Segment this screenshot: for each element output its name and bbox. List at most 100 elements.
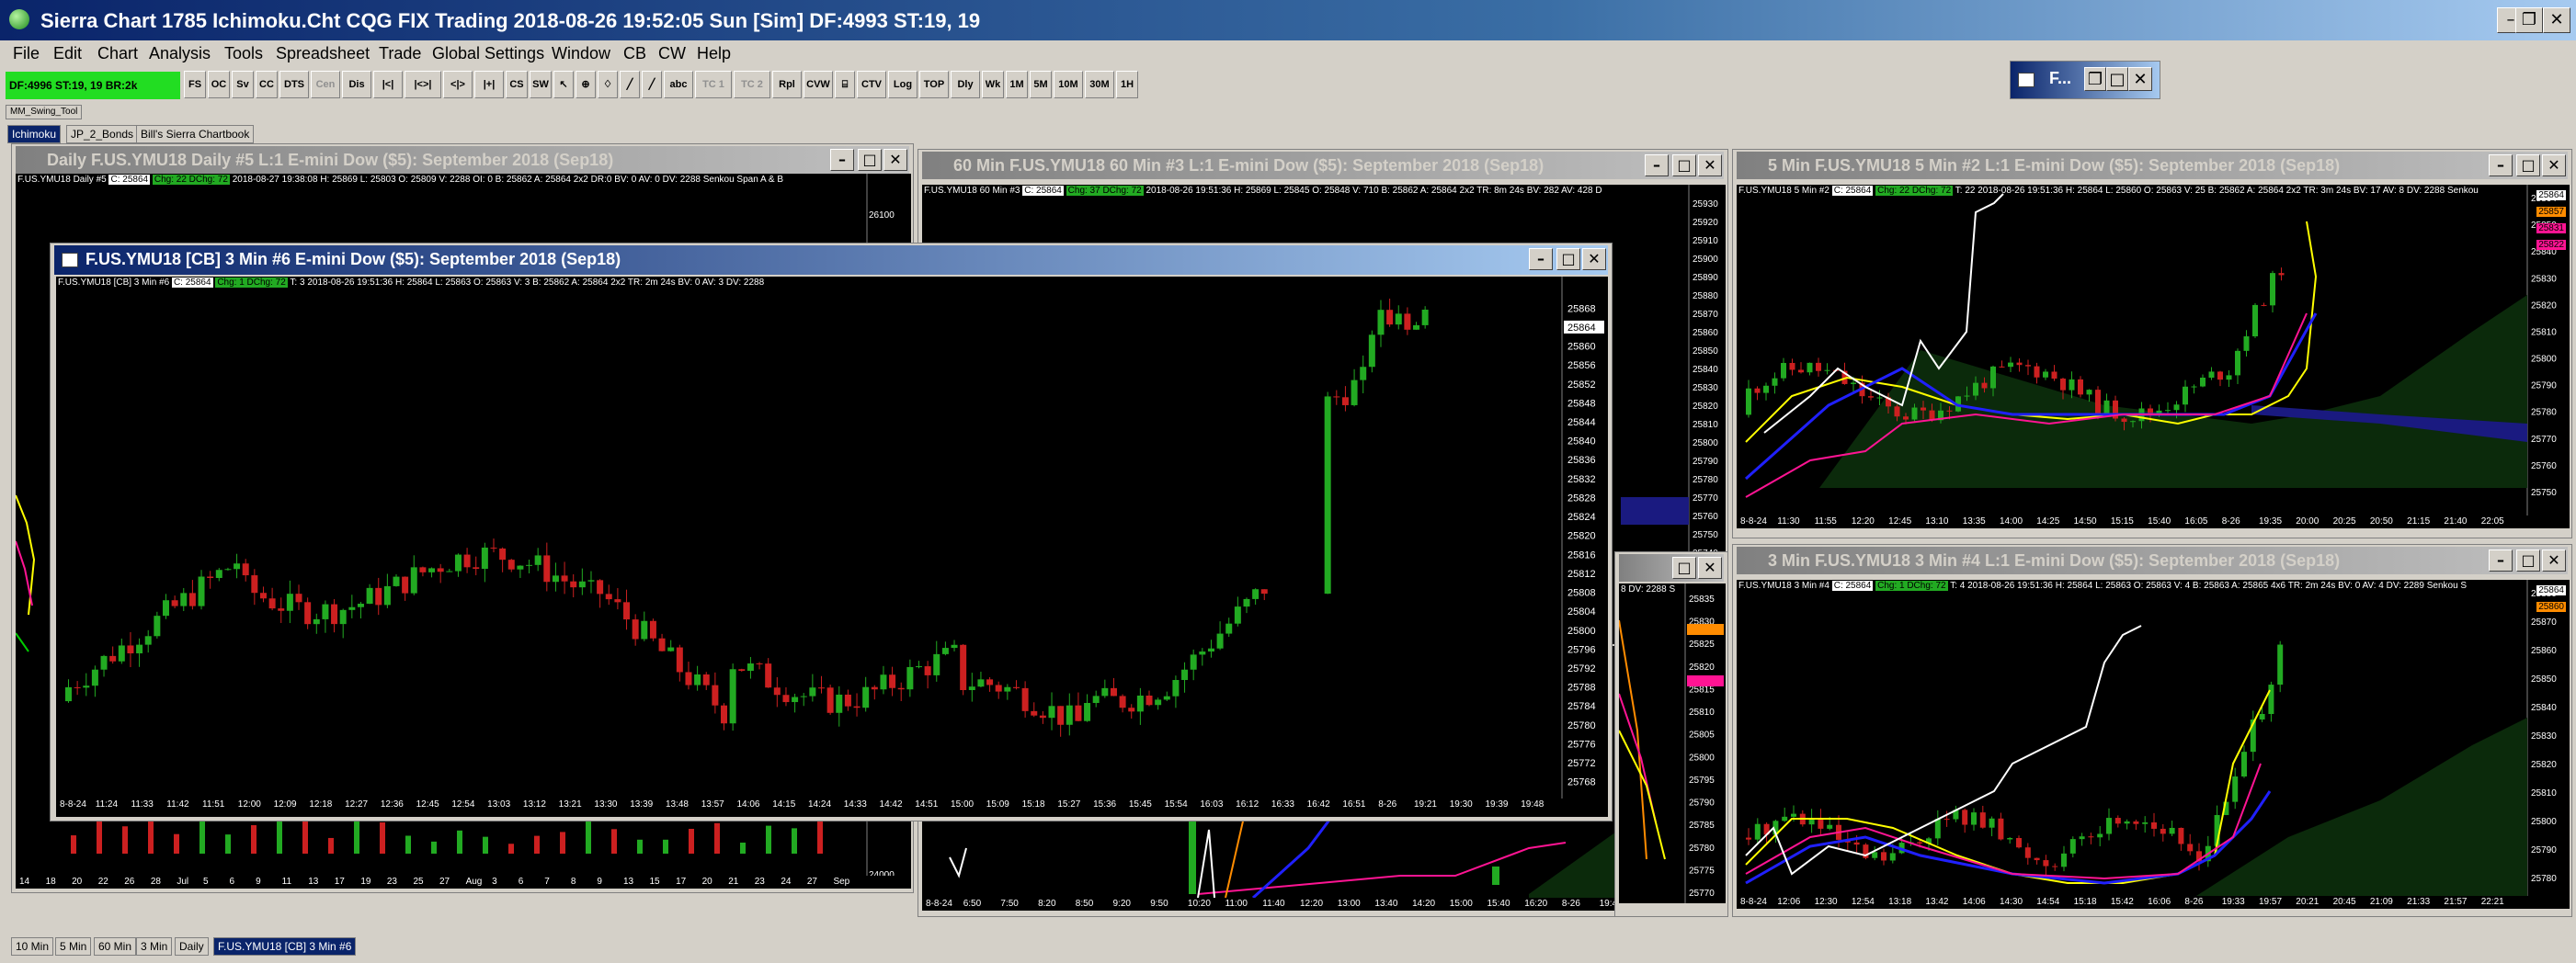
last-price-text: 25864: [1567, 323, 1596, 334]
minimize-button[interactable]: –: [2489, 549, 2513, 572]
menu-spreadsheet[interactable]: Spreadsheet: [276, 44, 370, 63]
toolbar-button-18[interactable]: abc: [664, 71, 693, 98]
toolbar-button-5[interactable]: Cen: [311, 71, 340, 98]
toolbar-button-32[interactable]: 30M: [1085, 71, 1114, 98]
window-tab-active-chart[interactable]: F.US.YMU18 [CB] 3 Min #6: [213, 937, 357, 956]
3-min-4-chart-plot[interactable]: 2588025870258602585025840258302582025810…: [1737, 580, 2570, 896]
toolbar-button-2[interactable]: Sv: [232, 71, 254, 98]
menu-file[interactable]: File: [13, 44, 40, 63]
menu-help[interactable]: Help: [697, 44, 731, 63]
toolbar-button-27[interactable]: Dly: [951, 71, 980, 98]
toolbar-button-13[interactable]: ↖: [553, 71, 574, 98]
toolbar-button-21[interactable]: Rpl: [772, 71, 802, 98]
menu-window[interactable]: Window: [552, 44, 610, 63]
window-tab-10-min[interactable]: 10 Min: [11, 937, 54, 956]
menu-tools[interactable]: Tools: [224, 44, 263, 63]
toolbar-button-19[interactable]: TC 1: [695, 71, 732, 98]
candle-body: [578, 581, 586, 588]
minimize-button[interactable]: –: [2489, 154, 2513, 176]
toolbar-button-16[interactable]: ╱: [620, 71, 640, 98]
toolbar-button-9[interactable]: <|>: [443, 71, 473, 98]
window-tab-daily[interactable]: Daily: [175, 937, 209, 956]
5-min-chart-window[interactable]: 5 Min F.US.YMU18 5 Min #2 L:1 E-mini Dow…: [1732, 149, 2572, 538]
toolbar-button-1[interactable]: OC: [208, 71, 230, 98]
toolbar-button-26[interactable]: TOP: [919, 71, 949, 98]
toolbar-button-4[interactable]: DTS: [279, 71, 309, 98]
window-tab-60-min[interactable]: 60 Min: [94, 937, 137, 956]
window-title: 60 Min F.US.YMU18 60 Min #3 L:1 E-mini D…: [953, 156, 1544, 175]
window-tab-3-min[interactable]: 3 Min: [136, 937, 173, 956]
toolbar-button-17[interactable]: ╱: [642, 71, 662, 98]
maximize-button[interactable]: □: [2516, 154, 2540, 176]
chart-window-2[interactable]: □ ✕ 25835 25830 25825 25820 25815 25810 25805 2…: [1614, 551, 1728, 917]
3-min-cb-chart-plot[interactable]: 25868 25864 25860 25856 25852 25848 25844 25840…: [56, 277, 1608, 799]
time-axis-label: 8-26: [2221, 516, 2240, 527]
candle-body: [1989, 818, 1995, 828]
candle-body: [968, 686, 975, 691]
window-tab-5-min[interactable]: 5 Min: [55, 937, 92, 956]
toolbar-button-33[interactable]: 1H: [1116, 71, 1138, 98]
maximize-button[interactable]: □: [1672, 557, 1696, 579]
close-button[interactable]: ✕: [2543, 7, 2570, 33]
toolbar-button-28[interactable]: Wk: [982, 71, 1004, 98]
menu-edit[interactable]: Edit: [53, 44, 82, 63]
toolbar-button-23[interactable]: ⌸: [835, 71, 855, 98]
menu-chart[interactable]: Chart: [97, 44, 138, 63]
3-min-4-chart-window[interactable]: 3 Min F.US.YMU18 3 Min #4 L:1 E-mini Dow…: [1732, 544, 2572, 917]
toolbar-button-6[interactable]: Dis: [342, 71, 371, 98]
toolbar-button-22[interactable]: CVW: [804, 71, 833, 98]
minimize-button[interactable]: –: [1529, 248, 1553, 270]
tab-ichimoku[interactable]: Ichimoku: [7, 125, 62, 143]
toolbar-button-11[interactable]: CS: [506, 71, 528, 98]
close-button[interactable]: ✕: [1582, 248, 1606, 270]
maximize-button[interactable]: □: [2106, 67, 2128, 91]
toolbar-button-3[interactable]: CC: [256, 71, 278, 98]
candle-body: [2173, 404, 2180, 411]
tab-bills-sierra-chartbook[interactable]: Bill's Sierra Chartbook: [136, 125, 255, 143]
price-label: 25780: [2531, 408, 2557, 418]
close-button[interactable]: ✕: [2542, 154, 2566, 176]
candle-body: [1903, 416, 1909, 420]
mini-chart-window[interactable]: F... ❐ □ ✕: [2010, 61, 2160, 99]
minimize-button[interactable]: –: [830, 149, 854, 171]
minimize-button[interactable]: –: [1645, 154, 1669, 176]
toolbar-button-31[interactable]: 10M: [1054, 71, 1083, 98]
toolbar-button-10[interactable]: |+|: [474, 71, 504, 98]
chart-2-plot[interactable]: 25835 25830 25825 25820 25815 25810 25805 25800…: [1619, 583, 1726, 903]
maximize-button[interactable]: □: [858, 149, 882, 171]
tab-jp-2-bonds[interactable]: JP_2_Bonds: [66, 125, 139, 143]
time-axis-label: 13:30: [594, 799, 618, 810]
toolbar-button-29[interactable]: 1M: [1006, 71, 1028, 98]
close-button[interactable]: ✕: [1698, 154, 1722, 176]
close-button[interactable]: ✕: [1698, 557, 1722, 579]
maximize-button[interactable]: □: [1556, 248, 1580, 270]
maximize-button[interactable]: □: [2516, 549, 2540, 572]
menu-cb[interactable]: CB: [623, 44, 646, 63]
toolbar-button-12[interactable]: SW: [530, 71, 552, 98]
toolbar-button-20[interactable]: TC 2: [734, 71, 770, 98]
maximize-button[interactable]: □: [1672, 154, 1696, 176]
toolbar-button-30[interactable]: 5M: [1030, 71, 1052, 98]
restore-button[interactable]: ❐: [2515, 7, 2543, 33]
price-label: 25844: [1567, 417, 1596, 428]
5-min-chart-plot[interactable]: 2586425850258402583025820258102580025790…: [1737, 185, 2570, 515]
close-button[interactable]: ✕: [883, 149, 907, 171]
price-label: 25856: [1567, 360, 1596, 371]
toolbar-button-7[interactable]: |<|: [373, 71, 403, 98]
menu-global-settings[interactable]: Global Settings: [432, 44, 544, 63]
toolbar-button-0[interactable]: FS: [184, 71, 206, 98]
toolbar-button-15[interactable]: ♢: [598, 71, 618, 98]
menu-cw[interactable]: CW: [658, 44, 686, 63]
candle-body: [1853, 842, 1860, 845]
menu-analysis[interactable]: Analysis: [149, 44, 211, 63]
toolbar-button-8[interactable]: |<>|: [405, 71, 441, 98]
close-button[interactable]: ✕: [2542, 549, 2566, 572]
toolbar-button-24[interactable]: CTV: [857, 71, 886, 98]
restore-button[interactable]: ❐: [2084, 67, 2106, 91]
3-min-cb-chart-window[interactable]: F.US.YMU18 [CB] 3 Min #6 E-mini Dow ($5)…: [50, 243, 1613, 821]
menu-trade[interactable]: Trade: [379, 44, 421, 63]
mm-swing-tool-tab[interactable]: MM_Swing_Tool: [6, 105, 83, 119]
close-button[interactable]: ✕: [2128, 67, 2152, 91]
toolbar-button-14[interactable]: ⊕: [576, 71, 596, 98]
toolbar-button-25[interactable]: Log: [888, 71, 918, 98]
